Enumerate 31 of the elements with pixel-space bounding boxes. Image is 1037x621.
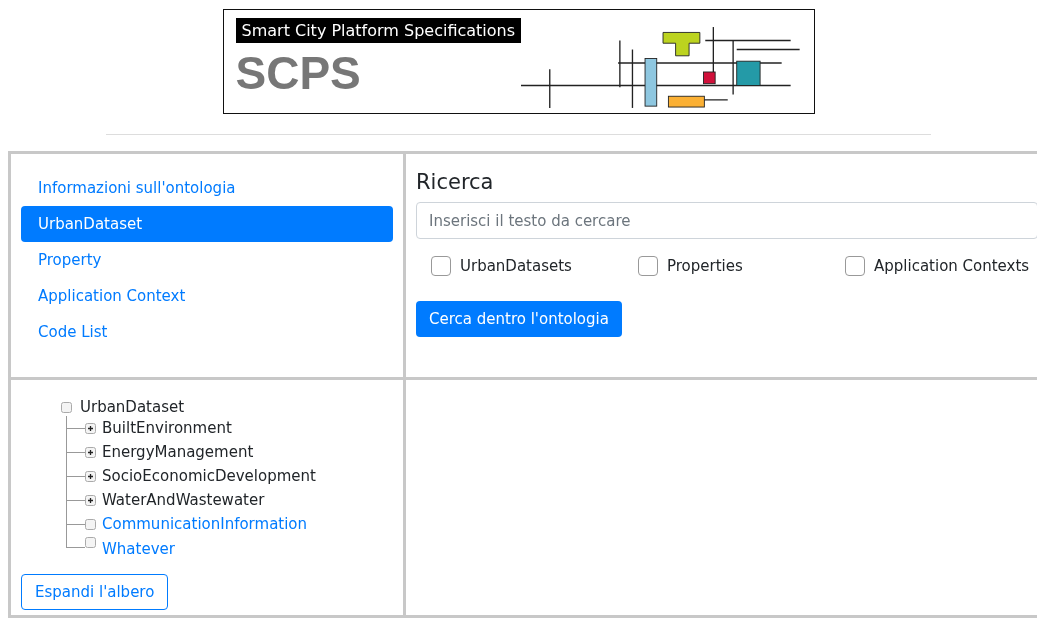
checkbox-label: UrbanDatasets — [460, 257, 572, 275]
checkbox-icon[interactable] — [85, 537, 96, 548]
logo-title: Smart City Platform Specifications — [235, 18, 522, 43]
expand-icon[interactable] — [85, 470, 96, 482]
checkbox-label: Properties — [667, 257, 743, 275]
tree-link[interactable]: CommunicationInformation — [102, 515, 308, 533]
expand-icon[interactable] — [85, 494, 96, 506]
search-button[interactable]: Cerca dentro l'ontologia — [416, 301, 622, 337]
checkbox[interactable] — [431, 256, 451, 276]
logo-acronym: SCPS — [235, 49, 361, 97]
tree-node[interactable]: EnergyManagement — [102, 443, 254, 461]
tree-link[interactable]: Whatever — [102, 540, 175, 558]
tree-node[interactable]: WaterAndWastewater — [102, 491, 265, 509]
expand-icon[interactable] — [85, 446, 96, 458]
search-field[interactable]: Inserisci il testo da cercare — [416, 202, 1037, 239]
tree-node[interactable]: UrbanDataset — [80, 398, 185, 416]
tree-node[interactable]: BuiltEnvironment — [102, 419, 232, 437]
nav-item[interactable]: UrbanDataset — [21, 206, 393, 242]
expand-icon[interactable] — [85, 422, 96, 434]
nav-item[interactable]: Property — [21, 242, 393, 278]
search-title: Ricerca — [416, 170, 495, 194]
nav-item[interactable]: Application Context — [21, 278, 393, 314]
checkbox[interactable] — [845, 256, 865, 276]
tree-node[interactable]: SocioEconomicDevelopment — [102, 467, 316, 485]
expand-tree-button[interactable]: Espandi l'albero — [21, 574, 169, 610]
checkbox-icon[interactable] — [61, 401, 72, 413]
nav-item[interactable]: Informazioni sull'ontologia — [21, 170, 393, 206]
checkbox-label: Application Contexts — [874, 257, 1030, 275]
checkbox[interactable] — [638, 256, 658, 276]
checkbox-icon[interactable] — [85, 518, 96, 530]
nav-item[interactable]: Code List — [21, 314, 393, 350]
